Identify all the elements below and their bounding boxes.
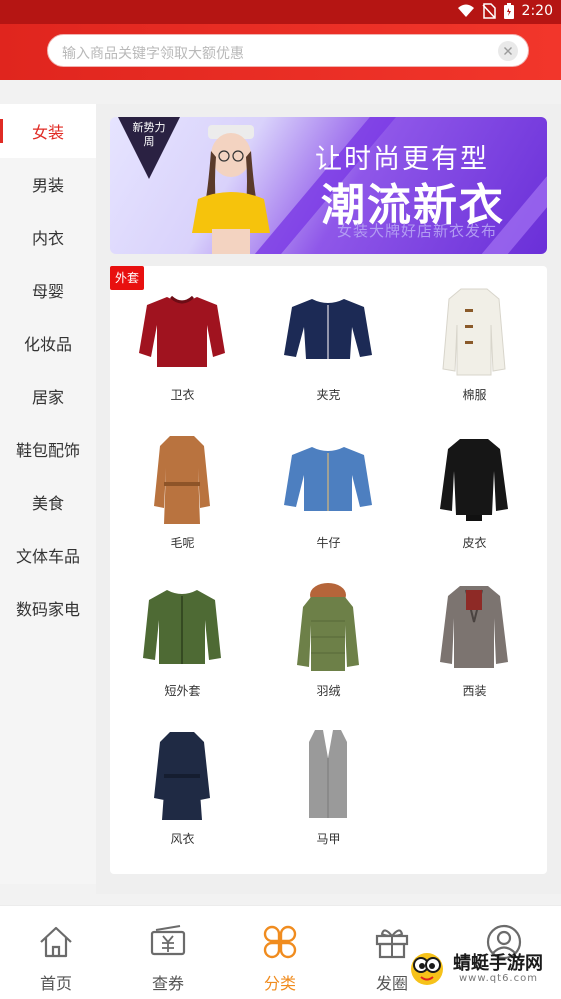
category-item-down[interactable]: 羽绒 xyxy=(256,562,401,710)
blazer-image xyxy=(440,586,508,668)
watermark-url: www.qt6.com xyxy=(459,973,538,984)
tab-label: 首页 xyxy=(39,974,72,993)
clear-icon[interactable] xyxy=(498,41,518,61)
category-item-leather[interactable]: 皮衣 xyxy=(402,414,547,562)
battery-icon xyxy=(503,3,514,19)
sidebar-item-shoes-bags[interactable]: 鞋包配饰 xyxy=(0,422,96,476)
gift-icon xyxy=(375,929,409,959)
sidebar-item-home[interactable]: 居家 xyxy=(0,369,96,423)
category-item-sweatshirt[interactable]: 卫衣 xyxy=(110,266,255,414)
denim-jacket-image xyxy=(284,447,372,511)
banner-badge: 新势力周 xyxy=(118,117,180,179)
category-label: 牛仔 xyxy=(316,536,341,550)
category-label: 棉服 xyxy=(462,388,487,402)
promo-banner[interactable]: 新势力周 让时尚更有型 潮流新衣 女装大牌好店新衣发布 xyxy=(110,117,547,254)
short-jacket-image xyxy=(143,590,221,664)
category-label: 卫衣 xyxy=(170,388,195,402)
category-label: 短外套 xyxy=(164,684,201,698)
trench-coat-image xyxy=(154,732,210,820)
leather-jacket-image xyxy=(440,439,508,521)
category-icon xyxy=(263,925,297,959)
category-item-vest[interactable]: 马甲 xyxy=(256,710,401,858)
search-input[interactable]: 输入商品关键字领取大额优惠 xyxy=(47,34,529,67)
wifi-icon xyxy=(457,4,474,17)
search-placeholder: 输入商品关键字领取大额优惠 xyxy=(62,46,244,62)
tab-category[interactable]: 分类 xyxy=(224,906,336,999)
dragonfly-logo-icon xyxy=(411,953,443,985)
status-time: 2:20 xyxy=(521,3,553,19)
sidebar-item-sports-auto[interactable]: 文体车品 xyxy=(0,528,96,582)
category-label: 皮衣 xyxy=(462,536,487,550)
tab-label: 查券 xyxy=(151,974,184,993)
category-sidebar: 女装 男装 内衣 母婴 化妆品 居家 鞋包配饰 美食 文体车品 数码家电 xyxy=(0,104,96,884)
header: 输入商品关键字领取大额优惠 xyxy=(0,24,561,80)
sidebar-item-food[interactable]: 美食 xyxy=(0,475,96,529)
category-label: 马甲 xyxy=(316,832,341,846)
no-sim-icon xyxy=(481,3,496,19)
category-label: 风衣 xyxy=(170,832,195,846)
sidebar-item-electronics[interactable]: 数码家电 xyxy=(0,581,96,635)
cotton-coat-image xyxy=(442,288,506,376)
down-jacket-image xyxy=(297,583,359,671)
jacket-image xyxy=(284,299,372,359)
category-item-trench[interactable]: 风衣 xyxy=(110,710,255,858)
category-content: 新势力周 让时尚更有型 潮流新衣 女装大牌好店新衣发布 外套 卫衣 夹克 棉服 … xyxy=(96,104,561,894)
status-bar: 2:20 xyxy=(0,0,561,24)
sidebar-item-baby[interactable]: 母婴 xyxy=(0,263,96,317)
banner-badge-text: 新势力周 xyxy=(132,121,166,148)
sidebar-item-underwear[interactable]: 内衣 xyxy=(0,210,96,264)
model-image xyxy=(192,125,270,254)
tab-label: 分类 xyxy=(263,974,296,993)
tab-home[interactable]: 首页 xyxy=(0,906,112,999)
category-item-cotton-coat[interactable]: 棉服 xyxy=(402,266,547,414)
sidebar-item-men[interactable]: 男装 xyxy=(0,157,96,211)
outerwear-section: 外套 卫衣 夹克 棉服 毛呢 牛仔 皮衣 短外套 羽绒 西装 风衣 马甲 xyxy=(110,266,547,874)
category-item-short-jacket[interactable]: 短外套 xyxy=(110,562,255,710)
category-label: 毛呢 xyxy=(170,536,195,550)
category-item-jacket[interactable]: 夹克 xyxy=(256,266,401,414)
sidebar-item-women[interactable]: 女装 xyxy=(0,104,96,158)
tab-coupon[interactable]: 查券 xyxy=(112,906,224,999)
category-item-wool-coat[interactable]: 毛呢 xyxy=(110,414,255,562)
watermark: 蜻蜓手游网 www.qt6.com xyxy=(407,947,553,991)
wool-coat-image xyxy=(154,436,210,524)
sweatshirt-image xyxy=(139,295,225,367)
watermark-title: 蜻蜓手游网 xyxy=(453,953,543,974)
home-icon xyxy=(40,926,72,958)
coupon-icon xyxy=(150,925,186,956)
category-item-denim[interactable]: 牛仔 xyxy=(256,414,401,562)
category-label: 夹克 xyxy=(316,388,341,402)
banner-line3: 女装大牌好店新衣发布 xyxy=(336,222,497,240)
vest-image xyxy=(309,730,347,818)
category-item-blazer[interactable]: 西装 xyxy=(402,562,547,710)
category-label: 西装 xyxy=(462,684,487,698)
category-label: 羽绒 xyxy=(316,684,341,698)
sidebar-item-cosmetics[interactable]: 化妆品 xyxy=(0,316,96,370)
